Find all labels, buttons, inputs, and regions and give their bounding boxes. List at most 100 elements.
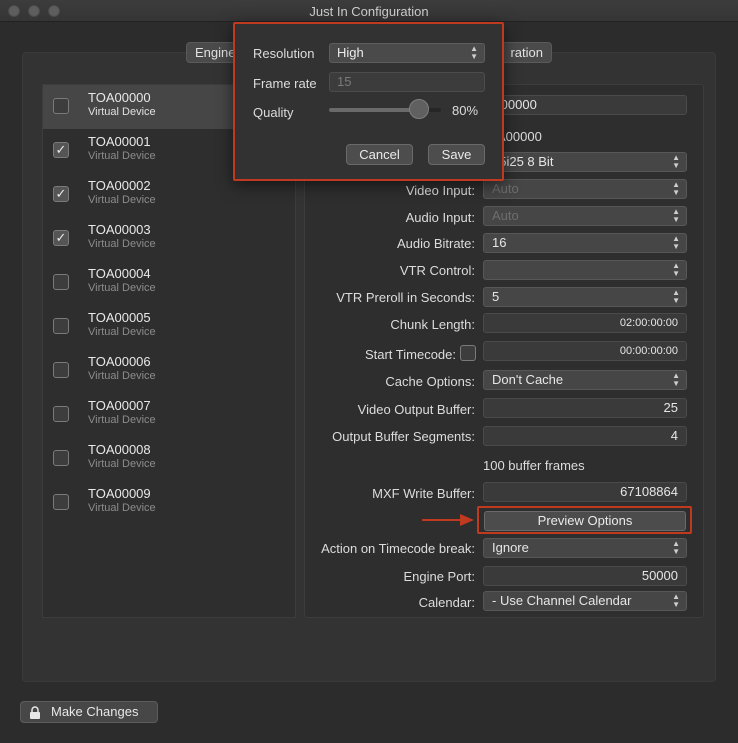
device-name: TOA00001 bbox=[88, 134, 151, 149]
device-subtitle: Virtual Device bbox=[88, 238, 156, 250]
video-input-value: Auto bbox=[492, 181, 519, 196]
device-row[interactable]: TOA00007 Virtual Device bbox=[43, 393, 295, 437]
chunk-length-label: Chunk Length: bbox=[390, 317, 475, 332]
device-checkbox[interactable] bbox=[53, 274, 69, 290]
device-checkbox[interactable] bbox=[53, 362, 69, 378]
make-changes-label: Make Changes bbox=[51, 704, 139, 719]
vtr-control-label: VTR Control: bbox=[399, 263, 475, 278]
device-checkbox-checked[interactable]: ✓ bbox=[53, 142, 69, 158]
video-output-buffer-field[interactable]: 25 bbox=[483, 398, 687, 418]
device-checkbox[interactable] bbox=[53, 406, 69, 422]
device-checkbox[interactable] bbox=[53, 98, 69, 114]
device-row[interactable]: TOA00005 Virtual Device bbox=[43, 305, 295, 349]
device-subtitle: Virtual Device bbox=[88, 502, 156, 514]
output-buffer-segments-label: Output Buffer Segments: bbox=[332, 429, 475, 444]
title-bar: Just In Configuration bbox=[0, 0, 738, 22]
action-on-timecode-break-label: Action on Timecode break: bbox=[321, 541, 475, 556]
cache-options-label: Cache Options: bbox=[385, 374, 475, 389]
device-name: TOA00004 bbox=[88, 266, 151, 281]
audio-input-label: Audio Input: bbox=[405, 210, 475, 225]
resolution-select[interactable]: High ▲ ▼ bbox=[329, 43, 485, 63]
updown-icon: ▲ ▼ bbox=[672, 261, 680, 278]
vtr-control-select[interactable]: ▲ ▼ bbox=[483, 260, 687, 280]
vtr-preroll-value: 5 bbox=[492, 289, 500, 304]
audio-bitrate-label: Audio Bitrate: bbox=[396, 236, 475, 251]
device-row[interactable]: ✓ TOA00003 Virtual Device bbox=[43, 217, 295, 261]
device-subtitle: Virtual Device bbox=[88, 282, 156, 294]
tab-configuration[interactable]: ration bbox=[496, 42, 552, 63]
device-row[interactable]: TOA00004 Virtual Device bbox=[43, 261, 295, 305]
device-checkbox-checked[interactable]: ✓ bbox=[53, 186, 69, 202]
device-name-field[interactable]: A00000 bbox=[483, 95, 687, 115]
device-name: TOA00002 bbox=[88, 178, 151, 193]
device-row[interactable]: TOA00008 Virtual Device bbox=[43, 437, 295, 481]
audio-input-select[interactable]: Auto ▲ ▼ bbox=[483, 206, 687, 226]
updown-icon: ▲ ▼ bbox=[672, 234, 680, 251]
device-checkbox-checked[interactable]: ✓ bbox=[53, 230, 69, 246]
preview-options-popover: Resolution High ▲ ▼ Frame rate 15 Quality… bbox=[233, 22, 504, 181]
save-button[interactable]: Save bbox=[428, 144, 485, 165]
audio-bitrate-value: 16 bbox=[492, 235, 507, 250]
engine-port-label: Engine Port: bbox=[403, 569, 475, 584]
quality-slider-fill bbox=[329, 108, 419, 112]
mxf-write-buffer-label: MXF Write Buffer: bbox=[372, 486, 475, 501]
audio-input-value: Auto bbox=[492, 208, 519, 223]
video-input-label: Video Input: bbox=[405, 183, 475, 198]
window-title: Just In Configuration bbox=[309, 4, 429, 19]
output-buffer-segments-field[interactable]: 4 bbox=[483, 426, 687, 446]
resolution-value: High bbox=[337, 45, 364, 60]
device-name: TOA00008 bbox=[88, 442, 151, 457]
format-select[interactable]: 25i25 8 Bit ▲ ▼ bbox=[483, 152, 687, 172]
calendar-value: - Use Channel Calendar bbox=[492, 593, 632, 608]
updown-icon: ▲ ▼ bbox=[672, 288, 680, 305]
device-name: TOA00003 bbox=[88, 222, 151, 237]
calendar-label: Calendar: bbox=[418, 595, 475, 610]
device-subtitle: Virtual Device bbox=[88, 458, 156, 470]
device-checkbox[interactable] bbox=[53, 318, 69, 334]
frame-rate-field[interactable]: 15 bbox=[329, 72, 485, 92]
device-row[interactable]: TOA00009 Virtual Device bbox=[43, 481, 295, 525]
start-timecode-label: Start Timecode: bbox=[364, 347, 456, 362]
updown-icon: ▲ ▼ bbox=[672, 539, 680, 556]
updown-icon: ▲ ▼ bbox=[470, 44, 478, 61]
device-subtitle: Virtual Device bbox=[88, 414, 156, 426]
start-timecode-checkbox[interactable] bbox=[460, 345, 476, 361]
quality-label: Quality bbox=[253, 105, 294, 120]
updown-icon: ▲ ▼ bbox=[672, 180, 680, 197]
device-name: TOA00007 bbox=[88, 398, 151, 413]
device-checkbox[interactable] bbox=[53, 494, 69, 510]
make-changes-button[interactable]: Make Changes bbox=[20, 701, 158, 723]
start-timecode-field[interactable]: 00:00:00:00 bbox=[483, 341, 687, 361]
quality-slider-knob[interactable] bbox=[408, 99, 429, 119]
audio-bitrate-select[interactable]: 16 ▲ ▼ bbox=[483, 233, 687, 253]
device-subtitle: Virtual Device bbox=[88, 326, 156, 338]
cancel-button[interactable]: Cancel bbox=[346, 144, 413, 165]
device-subtitle: Virtual Device bbox=[88, 106, 156, 118]
cache-options-select[interactable]: Don't Cache ▲ ▼ bbox=[483, 370, 687, 390]
vtr-preroll-select[interactable]: 5 ▲ ▼ bbox=[483, 287, 687, 307]
updown-icon: ▲ ▼ bbox=[672, 207, 680, 224]
mxf-write-buffer-field[interactable]: 67108864 bbox=[483, 482, 687, 502]
device-name: TOA00006 bbox=[88, 354, 151, 369]
updown-icon: ▲ ▼ bbox=[672, 153, 680, 170]
chunk-length-field[interactable]: 02:00:00:00 bbox=[483, 313, 687, 333]
device-subtitle: Virtual Device bbox=[88, 150, 156, 162]
video-input-select[interactable]: Auto ▲ ▼ bbox=[483, 179, 687, 199]
quality-value: 80% bbox=[452, 103, 479, 118]
action-on-timecode-break-select[interactable]: Ignore ▲ ▼ bbox=[483, 538, 687, 558]
arrow-right-icon bbox=[422, 514, 474, 526]
resolution-label: Resolution bbox=[253, 46, 315, 61]
device-row[interactable]: TOA00006 Virtual Device bbox=[43, 349, 295, 393]
lock-icon bbox=[30, 706, 40, 719]
device-name: TOA00000 bbox=[88, 90, 151, 105]
device-subtitle: Virtual Device bbox=[88, 370, 156, 382]
device-name: TOA00009 bbox=[88, 486, 151, 501]
device-checkbox[interactable] bbox=[53, 450, 69, 466]
calendar-select[interactable]: - Use Channel Calendar ▲ ▼ bbox=[483, 591, 687, 611]
engine-port-field[interactable]: 50000 bbox=[483, 566, 687, 586]
device-name: TOA00005 bbox=[88, 310, 151, 325]
video-output-buffer-label: Video Output Buffer: bbox=[357, 402, 475, 417]
vtr-preroll-label: VTR Preroll in Seconds: bbox=[336, 290, 475, 305]
frame-rate-label: Frame rate bbox=[253, 76, 317, 91]
preview-options-button[interactable]: Preview Options bbox=[484, 511, 686, 531]
